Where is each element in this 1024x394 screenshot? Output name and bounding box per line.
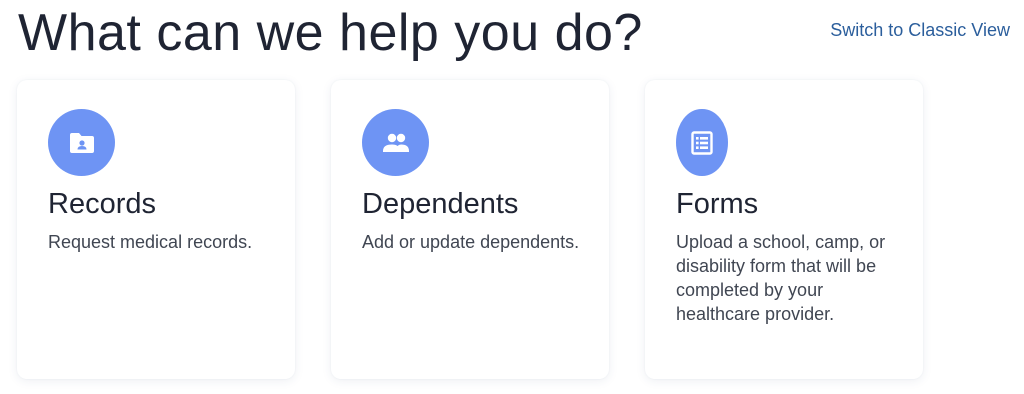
card-description: Upload a school, camp, or disability for… — [676, 232, 886, 324]
card-description: Request medical records. — [48, 232, 253, 252]
card-title: Records — [48, 188, 156, 220]
dependents-card[interactable]: Dependents Add or update dependents. — [331, 80, 609, 379]
card-title: Forms — [676, 188, 759, 220]
card-description: Add or update dependents. — [362, 232, 580, 252]
people-icon — [362, 109, 429, 176]
switch-to-classic-view-link[interactable]: Switch to Classic View — [830, 20, 1010, 41]
folder-person-icon — [48, 109, 115, 176]
form-list-icon — [676, 109, 728, 176]
records-card[interactable]: Records Request medical records. — [17, 80, 295, 379]
card-title: Dependents — [362, 188, 519, 220]
page-title: What can we help you do? — [18, 4, 643, 62]
forms-card[interactable]: Forms Upload a school, camp, or disabili… — [645, 80, 923, 379]
